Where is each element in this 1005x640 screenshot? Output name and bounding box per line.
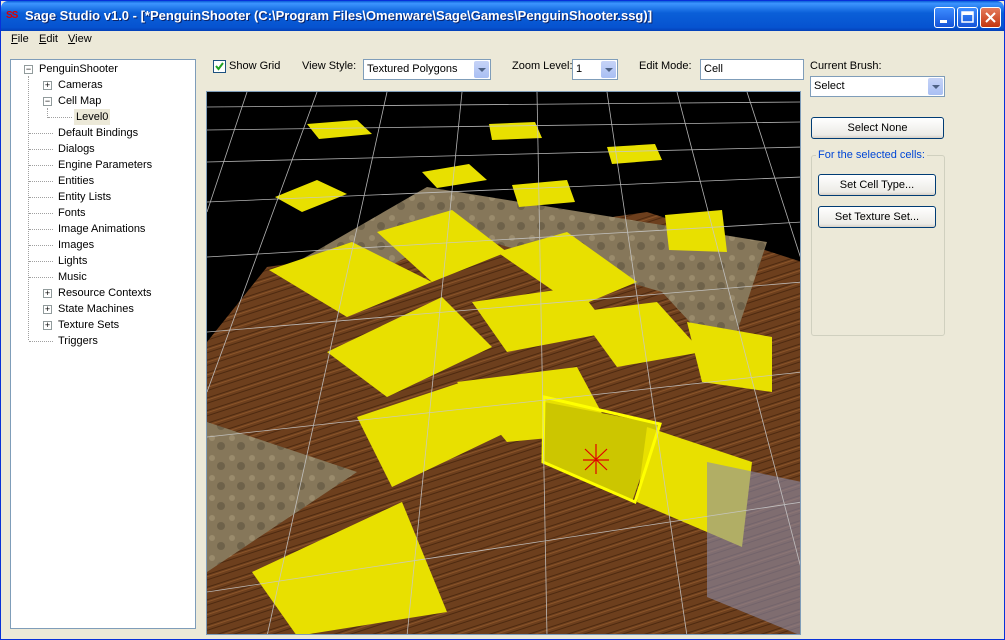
tree-item-fonts[interactable]: Fonts (58, 205, 86, 221)
zoom-level-label: Zoom Level: (512, 60, 573, 72)
viewport-scene (207, 92, 800, 634)
tree-item-cell-map[interactable]: Cell Map (58, 93, 101, 109)
view-style-select[interactable]: Textured Polygons (363, 59, 491, 80)
menu-view-label: iew (75, 33, 92, 45)
expand-toggle[interactable]: + (43, 321, 52, 330)
tree-connector (29, 277, 53, 278)
view-style-value: Textured Polygons (367, 63, 458, 75)
tree-item-default-bindings[interactable]: Default Bindings (58, 125, 138, 141)
minimize-button[interactable] (934, 7, 955, 28)
zoom-level-select[interactable]: 1 (572, 59, 618, 80)
menu-file-accel: F (11, 33, 18, 45)
current-brush-select[interactable]: Select (810, 76, 945, 97)
chevron-down-icon[interactable] (928, 78, 943, 95)
tree-item-lights[interactable]: Lights (58, 253, 87, 269)
tree-item-triggers[interactable]: Triggers (58, 333, 98, 349)
tree-connector (48, 117, 72, 118)
tree-connector (28, 76, 29, 340)
close-icon (985, 12, 996, 23)
tree-root[interactable]: PenguinShooter (39, 61, 118, 77)
tree-connector (29, 149, 53, 150)
tree-connector (29, 341, 53, 342)
tree-item-images[interactable]: Images (58, 237, 94, 253)
tree-item-texture-sets[interactable]: Texture Sets (58, 317, 119, 333)
tree-item-image-animations[interactable]: Image Animations (58, 221, 145, 237)
expand-toggle[interactable]: + (43, 81, 52, 90)
tree-connector (29, 229, 53, 230)
tree-item-cameras[interactable]: Cameras (58, 77, 103, 93)
show-grid-checkbox[interactable] (213, 60, 226, 73)
tree-connector (29, 213, 53, 214)
expand-toggle[interactable]: + (43, 305, 52, 314)
maximize-button[interactable] (957, 7, 978, 28)
menu-edit-label: dit (46, 33, 58, 45)
expand-toggle[interactable]: − (43, 97, 52, 106)
tree-item-engine-parameters[interactable]: Engine Parameters (58, 157, 152, 173)
view-style-label: View Style: (302, 60, 357, 72)
show-grid-label[interactable]: Show Grid (229, 60, 280, 72)
tree-item-music[interactable]: Music (58, 269, 87, 285)
tree-item-state-machines[interactable]: State Machines (58, 301, 134, 317)
tree-connector (29, 165, 53, 166)
project-tree[interactable]: − PenguinShooter + Cameras − Cell Map Le… (10, 59, 196, 629)
main-window: SS Sage Studio v1.0 - [*PenguinShooter (… (0, 0, 1005, 640)
tree-connector (29, 181, 53, 182)
current-brush-label: Current Brush: (810, 60, 882, 72)
tree-connector (29, 197, 53, 198)
expand-toggle[interactable]: − (24, 65, 33, 74)
menu-file[interactable]: File (11, 33, 29, 45)
menu-edit[interactable]: Edit (39, 33, 58, 45)
expand-toggle[interactable]: + (43, 289, 52, 298)
maximize-icon (961, 11, 974, 23)
tree-connector (29, 133, 53, 134)
tree-connector (29, 245, 53, 246)
chevron-down-icon[interactable] (474, 61, 489, 78)
current-brush-value: Select (814, 80, 845, 92)
window-title: Sage Studio v1.0 - [*PenguinShooter (C:\… (25, 8, 653, 23)
set-texture-set-button[interactable]: Set Texture Set... (818, 206, 936, 228)
title-bar[interactable]: SS Sage Studio v1.0 - [*PenguinShooter (… (1, 1, 1004, 31)
close-button[interactable] (980, 7, 1001, 28)
tree-item-entities[interactable]: Entities (58, 173, 94, 189)
checkmark-icon (215, 62, 224, 71)
tree-item-level0[interactable]: Level0 (74, 109, 111, 125)
app-icon: SS (6, 10, 18, 21)
minimize-icon (940, 20, 947, 23)
select-none-button[interactable]: Select None (811, 117, 944, 139)
edit-mode-label: Edit Mode: (639, 60, 692, 72)
tree-item-resource-contexts[interactable]: Resource Contexts (58, 285, 152, 301)
chevron-down-icon[interactable] (601, 61, 616, 78)
level-viewport[interactable] (206, 91, 801, 635)
zoom-level-value: 1 (576, 63, 583, 75)
menu-bar: File Edit View (1, 31, 1004, 49)
tree-connector (29, 261, 53, 262)
set-cell-type-button[interactable]: Set Cell Type... (818, 174, 936, 196)
edit-mode-field[interactable]: Cell (700, 59, 804, 80)
edit-mode-value: Cell (704, 63, 723, 75)
group-title: For the selected cells: (816, 149, 927, 161)
menu-view[interactable]: View (68, 33, 92, 45)
menu-file-label: ile (17, 33, 29, 45)
tree-item-dialogs[interactable]: Dialogs (58, 141, 95, 157)
tree-item-entity-lists[interactable]: Entity Lists (58, 189, 111, 205)
